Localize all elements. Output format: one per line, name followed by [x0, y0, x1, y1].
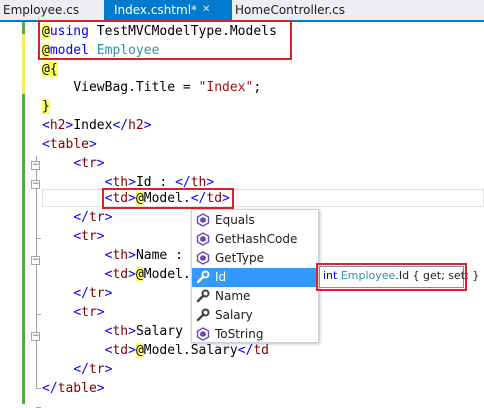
completion-item-label: ToString [215, 327, 264, 341]
completion-item-label: GetType [215, 251, 264, 265]
annotation-box-directives [38, 20, 292, 60]
completion-item-label: Id [215, 270, 227, 284]
close-icon[interactable]: ✕ [202, 0, 210, 20]
unsaved-change-marker [22, 34, 25, 94]
code-line-viewbag[interactable]: ViewBag.Title = "Index"; [42, 78, 261, 97]
method-icon [196, 213, 210, 227]
collapse-icon[interactable]: − [31, 180, 40, 189]
completion-item-label: Equals [215, 213, 255, 227]
property-wrench-icon [196, 308, 210, 322]
code-line-block-close[interactable]: } [42, 97, 50, 116]
tab-label: Index.cshtml* [114, 3, 198, 17]
intellisense-completion-list[interactable]: Equals GetHashCode GetType Id Name Salar… [191, 209, 319, 343]
property-wrench-icon [196, 270, 210, 284]
collapse-icon[interactable]: − [31, 332, 40, 341]
tab-homecontroller-cs[interactable]: HomeController.cs [232, 0, 372, 20]
tab-label: Employee.cs [3, 3, 80, 17]
code-line-h2[interactable]: <h2>Index</h2> [42, 116, 152, 135]
code-line-th-salary[interactable]: <th>Salary [42, 322, 183, 341]
method-icon [196, 251, 210, 265]
completion-item-tostring[interactable]: ToString [192, 325, 318, 344]
completion-item-name[interactable]: Name [192, 287, 318, 306]
code-line-block-open[interactable]: @{ [42, 60, 58, 79]
outline-end-tick [36, 388, 41, 389]
code-line-tr-close[interactable]: </tr> [42, 360, 112, 379]
code-line-td-model-name[interactable]: <td>@Model. [42, 265, 191, 284]
change-marker [22, 94, 25, 404]
completion-item-gethashcode[interactable]: GetHashCode [192, 230, 318, 249]
code-line-tr-open[interactable]: <tr> [42, 227, 104, 246]
collapse-icon[interactable]: − [31, 161, 40, 170]
code-line-tr-close[interactable]: </tr> [42, 284, 112, 303]
annotation-box-model-access [102, 188, 234, 209]
code-line-tr-open[interactable]: <tr> [42, 154, 104, 173]
completion-item-salary[interactable]: Salary [192, 306, 318, 325]
document-tab-strip: Employee.cs Index.cshtml* ✕ HomeControll… [0, 0, 484, 22]
completion-item-id[interactable]: Id [192, 268, 318, 287]
outline-guide [36, 156, 37, 388]
completion-item-label: GetHashCode [215, 232, 298, 246]
collapse-icon[interactable]: − [31, 256, 40, 265]
code-line-table-close[interactable]: </table> [42, 379, 105, 398]
completion-item-equals[interactable]: Equals [192, 211, 318, 230]
code-line-th-name[interactable]: <th>Name : [42, 246, 183, 265]
tab-employee-cs[interactable]: Employee.cs [0, 0, 104, 20]
completion-item-gettype[interactable]: GetType [192, 249, 318, 268]
tab-index-cshtml[interactable]: Index.cshtml* ✕ [104, 0, 232, 20]
outline-end-tick [36, 238, 41, 239]
method-icon [196, 327, 210, 341]
change-marker [22, 22, 25, 34]
code-line-table-open[interactable]: <table> [42, 135, 97, 154]
completion-item-label: Salary [215, 308, 253, 322]
code-line-tr-open[interactable]: <tr> [42, 303, 104, 322]
code-line-tr-close[interactable]: </tr> [42, 208, 112, 227]
property-wrench-icon [196, 289, 210, 303]
completion-item-label: Name [215, 289, 251, 303]
method-icon [196, 232, 210, 246]
tab-label: HomeController.cs [235, 3, 346, 17]
annotation-box-tooltip [316, 263, 467, 291]
outline-end-tick [36, 314, 41, 315]
